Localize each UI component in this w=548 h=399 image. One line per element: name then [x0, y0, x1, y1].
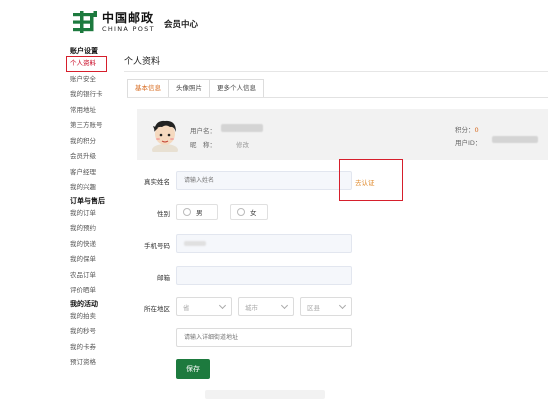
chevron-down-icon	[280, 301, 289, 310]
city-select-value: 城市	[245, 303, 258, 312]
points-value: 0	[474, 126, 479, 134]
sidebar-item-appointments[interactable]: 我的预约	[70, 221, 124, 237]
sidebar-item-points[interactable]: 我的积分	[70, 134, 124, 150]
username-label: 用户名：	[190, 127, 216, 135]
province-select[interactable]: 省	[176, 297, 232, 316]
radio-circle-icon	[183, 208, 191, 216]
avatar[interactable]	[150, 118, 180, 152]
active-item-highlight-box	[66, 56, 107, 72]
region-label: 所在地区	[144, 305, 170, 313]
sidebar-item-reviews[interactable]: 评价晒单	[70, 283, 124, 299]
chevron-down-icon	[338, 301, 347, 310]
chevron-down-icon	[218, 301, 227, 310]
gender-label: 性别	[157, 210, 170, 218]
gender-female-label: 女	[250, 209, 257, 217]
verify-highlight-box	[339, 159, 403, 201]
sidebar-group-activities: 我的活动	[70, 299, 98, 308]
sidebar-item-upgrade[interactable]: 会员升级	[70, 149, 124, 165]
tab-more-info[interactable]: 更多个人信息	[209, 79, 264, 98]
sidebar-item-policies[interactable]: 我的保单	[70, 252, 124, 268]
address-input[interactable]	[176, 328, 352, 347]
tab-basic-info[interactable]: 基本信息	[127, 79, 169, 98]
china-post-emblem-icon	[73, 11, 97, 33]
phone-value-redacted	[184, 241, 206, 246]
email-input[interactable]	[176, 266, 352, 285]
sidebar-group-account: 账户设置	[70, 47, 98, 55]
logo-english-text: CHINA POST	[102, 24, 155, 33]
user-id-label: 用户ID：	[455, 139, 482, 147]
city-select[interactable]: 城市	[238, 297, 294, 316]
gender-male-radio[interactable]: 男	[176, 204, 218, 220]
sidebar-item-orders[interactable]: 我的订单	[70, 206, 124, 222]
profile-tabs: 基本信息 头像照片 更多个人信息	[127, 79, 264, 98]
points-label: 积分：0	[455, 126, 479, 134]
logo-chinese-text: 中国邮政	[102, 10, 155, 25]
username-value-redacted	[221, 124, 263, 132]
district-select-value: 区县	[307, 303, 320, 312]
sidebar-item-coupons[interactable]: 我的卡券	[70, 340, 124, 356]
district-select[interactable]: 区县	[300, 297, 352, 316]
nickname-label: 昵 称：	[190, 141, 216, 149]
tab-avatar[interactable]: 头像照片	[168, 79, 210, 98]
sidebar-group-orders: 订单与售后	[70, 196, 105, 205]
sidebar-item-auctions[interactable]: 我的拍卖	[70, 309, 124, 325]
sidebar-item-bank-cards[interactable]: 我的银行卡	[70, 87, 124, 103]
title-divider	[124, 71, 548, 72]
sidebar-item-manager[interactable]: 客户经理	[70, 165, 124, 181]
sidebar-item-reservations[interactable]: 预订资格	[70, 355, 124, 371]
sidebar-item-addresses[interactable]: 常用地址	[70, 103, 124, 119]
gender-female-radio[interactable]: 女	[230, 204, 268, 220]
user-id-value-redacted	[492, 136, 538, 143]
email-label: 邮箱	[157, 274, 170, 282]
bottom-hint-bar	[205, 390, 325, 399]
gender-male-label: 男	[196, 209, 203, 217]
radio-circle-icon	[237, 208, 245, 216]
sidebar-item-interests[interactable]: 我的兴趣	[70, 180, 124, 196]
sidebar-item-farm-orders[interactable]: 农品订单	[70, 268, 124, 284]
sidebar-item-express[interactable]: 我的快递	[70, 237, 124, 253]
nickname-edit-link[interactable]: 修改	[236, 139, 249, 149]
phone-input[interactable]	[176, 234, 352, 253]
real-name-label: 真实姓名	[144, 178, 170, 186]
sidebar: 账户设置 个人资料 账户安全 我的银行卡 常用地址 第三方账号 我的积分 会员升…	[70, 46, 124, 371]
save-button[interactable]: 保存	[176, 359, 210, 379]
province-select-value: 省	[183, 303, 190, 312]
sidebar-item-third-party[interactable]: 第三方账号	[70, 118, 124, 134]
page-title: 个人资料	[124, 57, 161, 67]
member-center-title: 会员中心	[164, 20, 199, 30]
sidebar-item-account-security[interactable]: 账户安全	[70, 72, 124, 88]
tab-divider	[127, 97, 548, 98]
real-name-input[interactable]	[176, 171, 352, 190]
phone-label: 手机号码	[144, 242, 170, 250]
sidebar-item-numbers[interactable]: 我的秒号	[70, 324, 124, 340]
